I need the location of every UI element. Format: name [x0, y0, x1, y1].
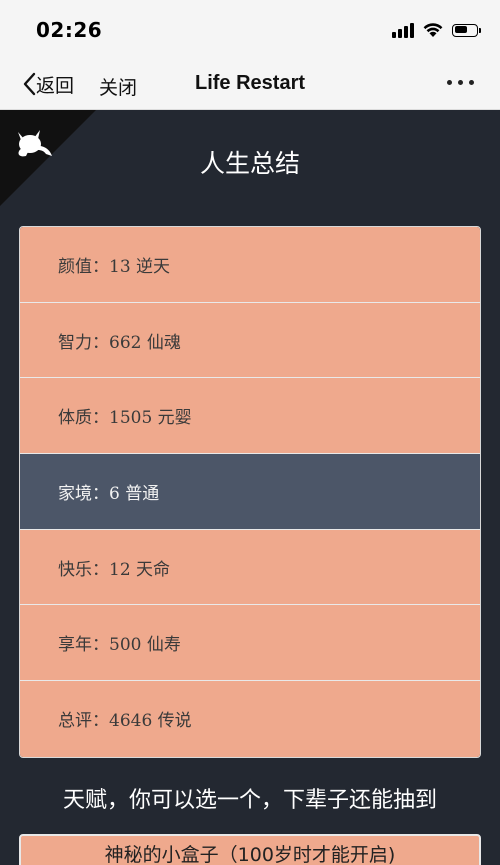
more-icon[interactable] [447, 80, 474, 85]
status-bar: 02:26 [0, 0, 500, 58]
wifi-icon [423, 23, 443, 37]
talent-item[interactable]: 神秘的小盒子（100岁时才能开启) [19, 834, 481, 865]
signal-icon [392, 22, 414, 38]
battery-icon [452, 23, 481, 37]
status-time: 02:26 [36, 18, 103, 42]
main-content: 人生总结 颜值：13 逆天 智力：662 仙魂 体质：1505 元婴 家境：6 … [0, 110, 500, 865]
summary-item-lifespan: 享年：500 仙寿 [20, 605, 480, 682]
summary-item-family: 家境：6 普通 [20, 454, 480, 530]
talent-heading: 天赋，你可以选一个，下辈子还能抽到 [62, 788, 437, 813]
summary-item-appearance: 颜值：13 逆天 [20, 227, 480, 303]
summary-list: 颜值：13 逆天 智力：662 仙魂 体质：1505 元婴 家境：6 普通 快乐… [19, 226, 481, 758]
page-title: 人生总结 [199, 149, 300, 178]
summary-item-intelligence: 智力：662 仙魂 [20, 302, 480, 379]
nav-bar: 返回 关闭 Life Restart [0, 58, 500, 110]
summary-item-constitution: 体质：1505 元婴 [20, 378, 480, 455]
status-icons [392, 18, 481, 42]
nav-title: Life Restart [194, 72, 306, 94]
summary-item-overall: 总评：4646 传说 [20, 681, 480, 757]
summary-item-happiness: 快乐：12 天命 [20, 529, 480, 606]
